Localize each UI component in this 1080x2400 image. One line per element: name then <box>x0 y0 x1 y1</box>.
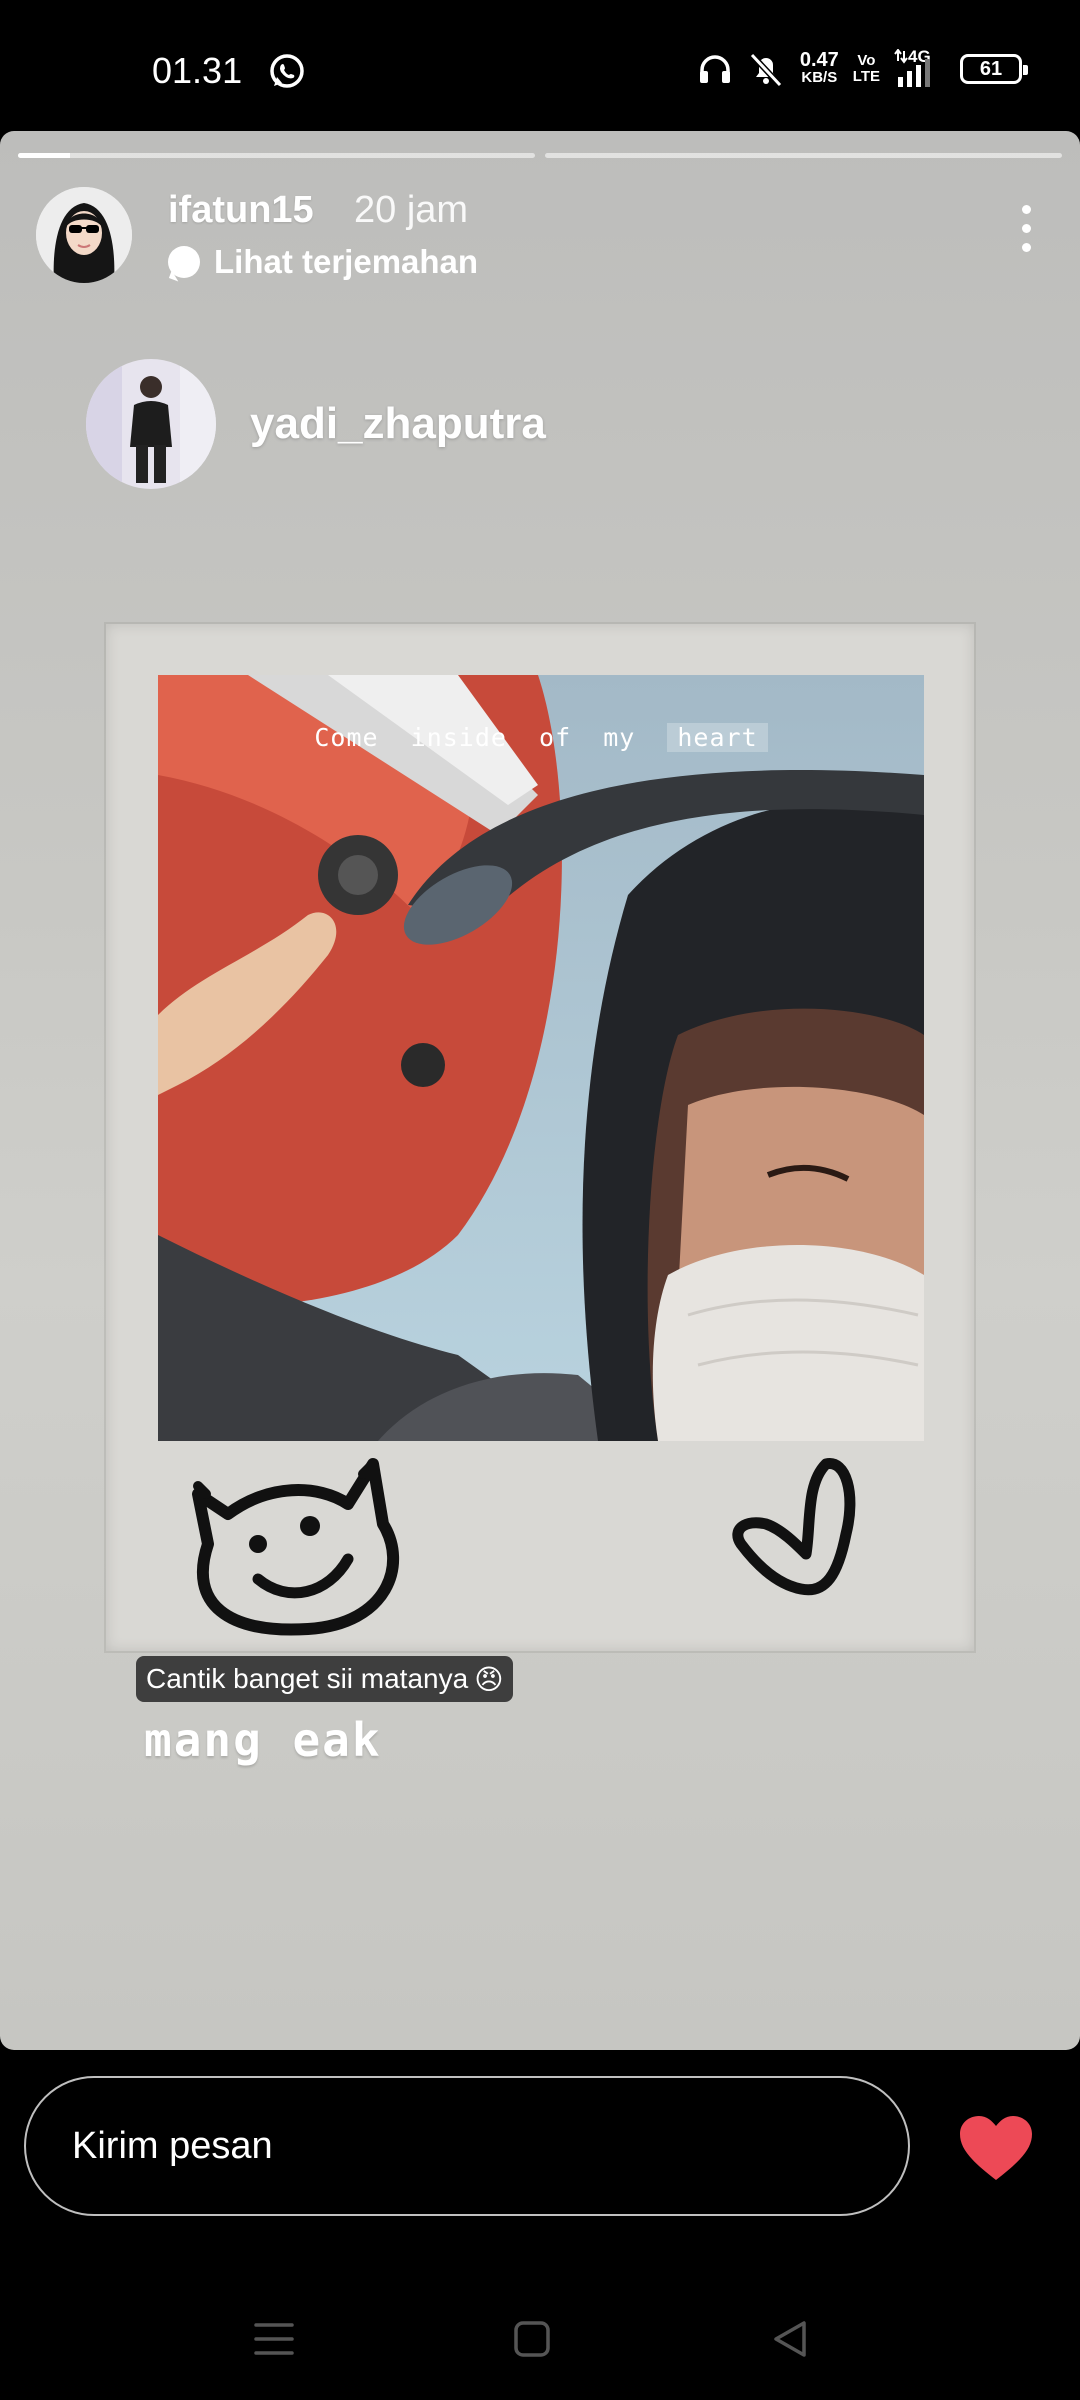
story-timestamp: 20 jam <box>354 189 469 231</box>
mention-username: yadi_zhaputra <box>250 399 546 448</box>
home-icon[interactable] <box>505 2312 559 2366</box>
mention-sticker[interactable]: yadi_zhaputra <box>86 359 546 489</box>
chat-bubble-icon <box>168 246 200 278</box>
comment-sticker: Cantik banget sii matanya 😠 <box>136 1656 514 1702</box>
signal-icon <box>894 49 930 87</box>
more-options-icon[interactable] <box>1020 205 1032 257</box>
whatsapp-icon <box>270 54 304 88</box>
polaroid-frame: Come inside of my heart <box>106 624 974 1651</box>
status-bar: 01.31 0.47 KB/S Vo LTE 4G 61 <box>0 0 1080 130</box>
comment-sticker-text: Cantik banget sii matanya <box>146 1663 469 1694</box>
progress-segment <box>545 153 1062 158</box>
battery-icon: 61 <box>960 54 1028 84</box>
volte-indicator: Vo LTE <box>852 52 880 85</box>
like-heart-icon[interactable] <box>958 2114 1034 2182</box>
send-message-placeholder: Kirim pesan <box>72 2124 273 2167</box>
heart-doodle-icon <box>732 1458 856 1596</box>
send-message-input[interactable]: Kirim pesan <box>24 2076 910 2216</box>
story-text: mang eak <box>144 1713 382 1767</box>
progress-segment <box>18 153 535 158</box>
angry-emoji-icon: 😠 <box>474 1663 504 1695</box>
menu-icon[interactable] <box>247 2312 301 2366</box>
see-translation-button[interactable]: Lihat terjemahan <box>168 243 478 281</box>
photo-caption: Come inside of my heart <box>158 723 924 752</box>
net-speed: 0.47 KB/S <box>799 49 839 86</box>
signal-indicator: 4G <box>894 47 946 89</box>
story-photo: Come inside of my heart <box>158 675 924 1441</box>
avatar[interactable] <box>36 187 132 283</box>
status-time: 01.31 <box>152 50 243 91</box>
story-viewer[interactable]: ifatun15 20 jam Lihat terjemahan yadi_zh… <box>0 131 1080 2050</box>
system-nav-bar <box>0 2280 1080 2400</box>
see-translation-label: Lihat terjemahan <box>214 243 479 280</box>
mention-avatar <box>86 359 216 489</box>
mute-icon <box>749 52 783 87</box>
cat-doodle-icon <box>192 1458 400 1636</box>
headphones-icon <box>699 55 730 83</box>
back-icon[interactable] <box>763 2312 817 2366</box>
story-progress <box>18 153 1062 158</box>
story-username[interactable]: ifatun15 <box>168 189 314 232</box>
